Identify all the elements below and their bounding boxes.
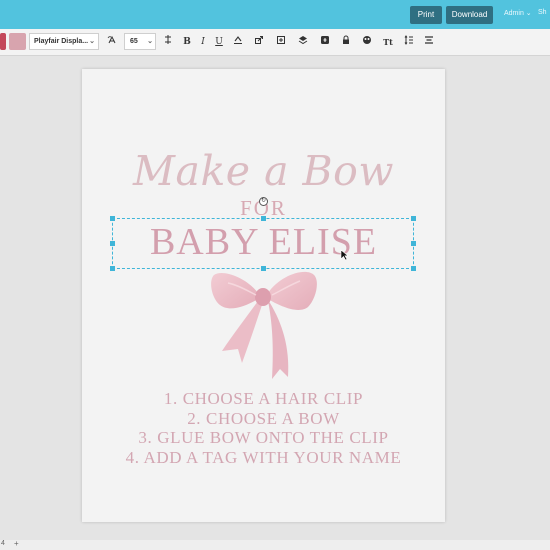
align-icon[interactable]	[422, 34, 436, 50]
step-3-text[interactable]: 3. GLUE BOW ONTO THE CLIP	[82, 428, 445, 448]
line-height-icon[interactable]	[402, 34, 416, 50]
step-2-text[interactable]: 2. CHOOSE A BOW	[82, 409, 445, 429]
format-toolbar: Playfair Displa... ⌄ 65 ⌄ B I U Tt	[0, 29, 550, 56]
font-family-value: Playfair Displa...	[34, 38, 89, 45]
instructions[interactable]: 1. CHOOSE A HAIR CLIP 2. CHOOSE A BOW 3.…	[82, 389, 445, 467]
print-button[interactable]: Print	[410, 6, 442, 24]
text-style-icon[interactable]: Tt	[381, 34, 395, 50]
letter-spacing-icon[interactable]	[161, 34, 175, 50]
bow-illustration[interactable]	[208, 269, 320, 385]
admin-menu[interactable]: Admin ⌄	[504, 9, 532, 17]
admin-label: Admin	[504, 10, 524, 17]
chevron-down-icon: ⌄	[525, 10, 532, 17]
color-icon[interactable]	[360, 34, 374, 50]
page-indicator[interactable]: 4	[1, 540, 5, 547]
font-size-field[interactable]: 65 ⌄	[124, 33, 156, 50]
copy-icon[interactable]	[274, 34, 288, 50]
canvas-area: Make a Bow FOR BABY ELISE ↻ 1. CHOOSE A …	[0, 56, 550, 540]
bold-icon[interactable]: B	[180, 34, 194, 50]
resize-handle-bottom-left[interactable]	[110, 266, 115, 271]
chevron-down-icon: ⌄	[147, 38, 153, 45]
download-button[interactable]: Download	[446, 6, 493, 24]
layers-icon[interactable]	[296, 34, 310, 50]
font-family-select[interactable]: Playfair Displa... ⌄	[29, 33, 99, 50]
step-1-text[interactable]: 1. CHOOSE A HAIR CLIP	[82, 389, 445, 409]
resize-handle-right[interactable]	[411, 241, 416, 246]
color-swatch-red[interactable]	[0, 33, 6, 50]
design-page[interactable]: Make a Bow FOR BABY ELISE ↻ 1. CHOOSE A …	[82, 69, 445, 522]
info-icon[interactable]	[318, 34, 332, 50]
resize-handle-left[interactable]	[110, 241, 115, 246]
rotate-handle-icon[interactable]: ↻	[259, 197, 268, 206]
font-size-value: 65	[130, 38, 138, 45]
title-text[interactable]: Make a Bow	[82, 147, 445, 195]
page-navigation-bar: 4 +	[0, 539, 550, 550]
resize-handle-bottom-right[interactable]	[411, 266, 416, 271]
share-button[interactable]: Sh	[538, 9, 547, 16]
uppercase-icon[interactable]	[231, 34, 245, 50]
link-icon[interactable]	[252, 34, 266, 50]
lock-icon[interactable]	[339, 34, 353, 50]
italic-icon[interactable]: I	[196, 34, 210, 50]
resize-handle-top-left[interactable]	[110, 216, 115, 221]
resize-handle-top-right[interactable]	[411, 216, 416, 221]
app-header: Print Download Admin ⌄ Sh	[0, 0, 550, 29]
text-effects-icon[interactable]	[105, 34, 119, 50]
underline-icon[interactable]: U	[212, 34, 226, 50]
chevron-down-icon: ⌄	[89, 38, 95, 45]
mouse-cursor-icon	[340, 249, 349, 261]
step-4-text[interactable]: 4. ADD A TAG WITH YOUR NAME	[82, 448, 445, 468]
add-page-button[interactable]: +	[14, 539, 19, 548]
text-color-swatch[interactable]	[9, 33, 26, 50]
selection-box[interactable]	[112, 218, 414, 269]
resize-handle-top[interactable]	[261, 216, 266, 221]
